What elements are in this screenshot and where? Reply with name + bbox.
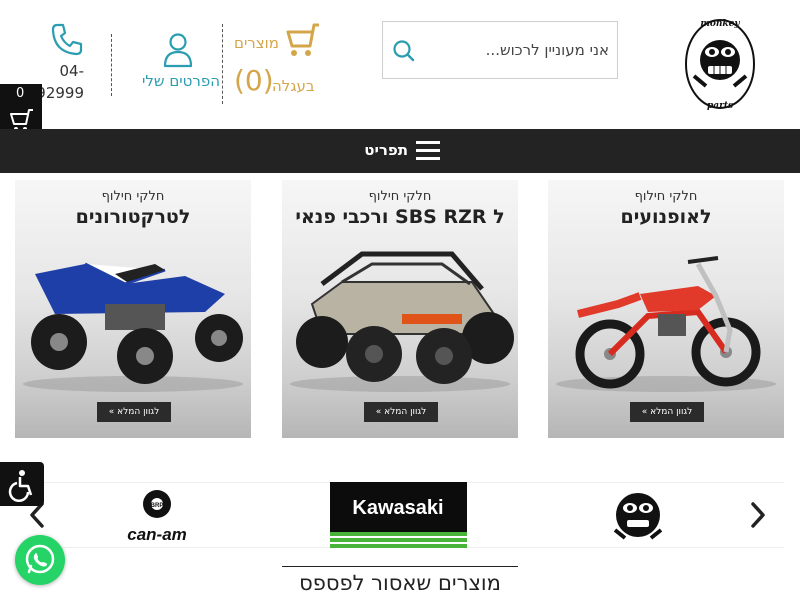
hamburger-icon (416, 141, 440, 161)
brands-carousel: Kawasaki BRP can-am (0, 482, 800, 548)
dirt-bike-image (556, 256, 776, 392)
card-title: לטרקטורונים (75, 206, 191, 228)
floating-cart-count: 0 (16, 86, 25, 101)
menu-label: תפריט (364, 141, 408, 159)
brand-can-am[interactable]: BRP can-am (94, 482, 221, 548)
whatsapp-icon (25, 544, 55, 574)
cart-icon (286, 23, 319, 56)
accessibility-icon (8, 470, 33, 503)
svg-text:parts: parts (707, 101, 733, 111)
section-heading: מוצרים שאסור לפספס (282, 566, 518, 600)
utv-image (290, 251, 514, 392)
card-subtitle: חלקי חילוף (101, 189, 165, 204)
menu-button[interactable]: תפריט (358, 137, 444, 165)
header-cart[interactable]: מוצרים (0) בעגלה (232, 20, 322, 110)
search-icon[interactable] (391, 38, 417, 64)
accessibility-button[interactable] (0, 462, 44, 506)
card-subtitle: חלקי חילוף (634, 189, 698, 204)
account-label: הפרטים שלי (142, 72, 220, 90)
view-all-button[interactable]: לגוון המלא » (97, 402, 171, 422)
phone-prefix: 04- (59, 62, 85, 80)
cart-count: (0) (234, 64, 274, 97)
my-account-link[interactable]: הפרטים שלי (112, 32, 224, 102)
category-card-atv[interactable]: חלקי חילוף לטרקטורונים לגוון המלא » (15, 180, 251, 438)
cart-label: מוצרים (234, 34, 279, 52)
view-all-button[interactable]: לגוון המלא » (630, 402, 704, 422)
card-title: לאופנועים (620, 206, 712, 228)
search-box (382, 21, 618, 79)
card-title: ל SBS RZR ורכבי פנאי (295, 206, 505, 228)
chevron-right-icon[interactable] (748, 500, 768, 530)
category-card-sxs[interactable]: חלקי חילוף ל SBS RZR ורכבי פנאי לגוון המ… (282, 180, 518, 438)
site-logo[interactable]: monkey parts (680, 12, 760, 112)
atv-image (23, 262, 243, 392)
category-card-motorcycles[interactable]: חלקי חילוף לאופנועים לגוון המלא » (548, 180, 784, 438)
view-all-button[interactable]: לגוון המלא » (364, 402, 438, 422)
search-input[interactable] (423, 34, 609, 66)
site-header: monkey parts מוצרים (0) בעגלה (0, 0, 800, 129)
cart-sub-label: בעגלה (272, 77, 315, 95)
section-title: מוצרים שאסור לפספס (299, 571, 501, 595)
brand-kawasaki-wordmark: Kawasaki (352, 497, 443, 519)
phone-icon[interactable] (50, 22, 84, 56)
card-subtitle: חלקי חילוף (368, 189, 432, 204)
user-icon (163, 33, 193, 68)
main-nav: תפריט (0, 129, 800, 173)
brand-can-am-wordmark: can-am (127, 525, 187, 544)
brand-brp-badge: BRP (151, 503, 164, 509)
svg-text:monkey: monkey (700, 19, 740, 29)
brand-monkey-parts[interactable] (575, 482, 701, 548)
brand-kawasaki[interactable]: Kawasaki (330, 482, 467, 548)
whatsapp-button[interactable] (15, 535, 65, 585)
